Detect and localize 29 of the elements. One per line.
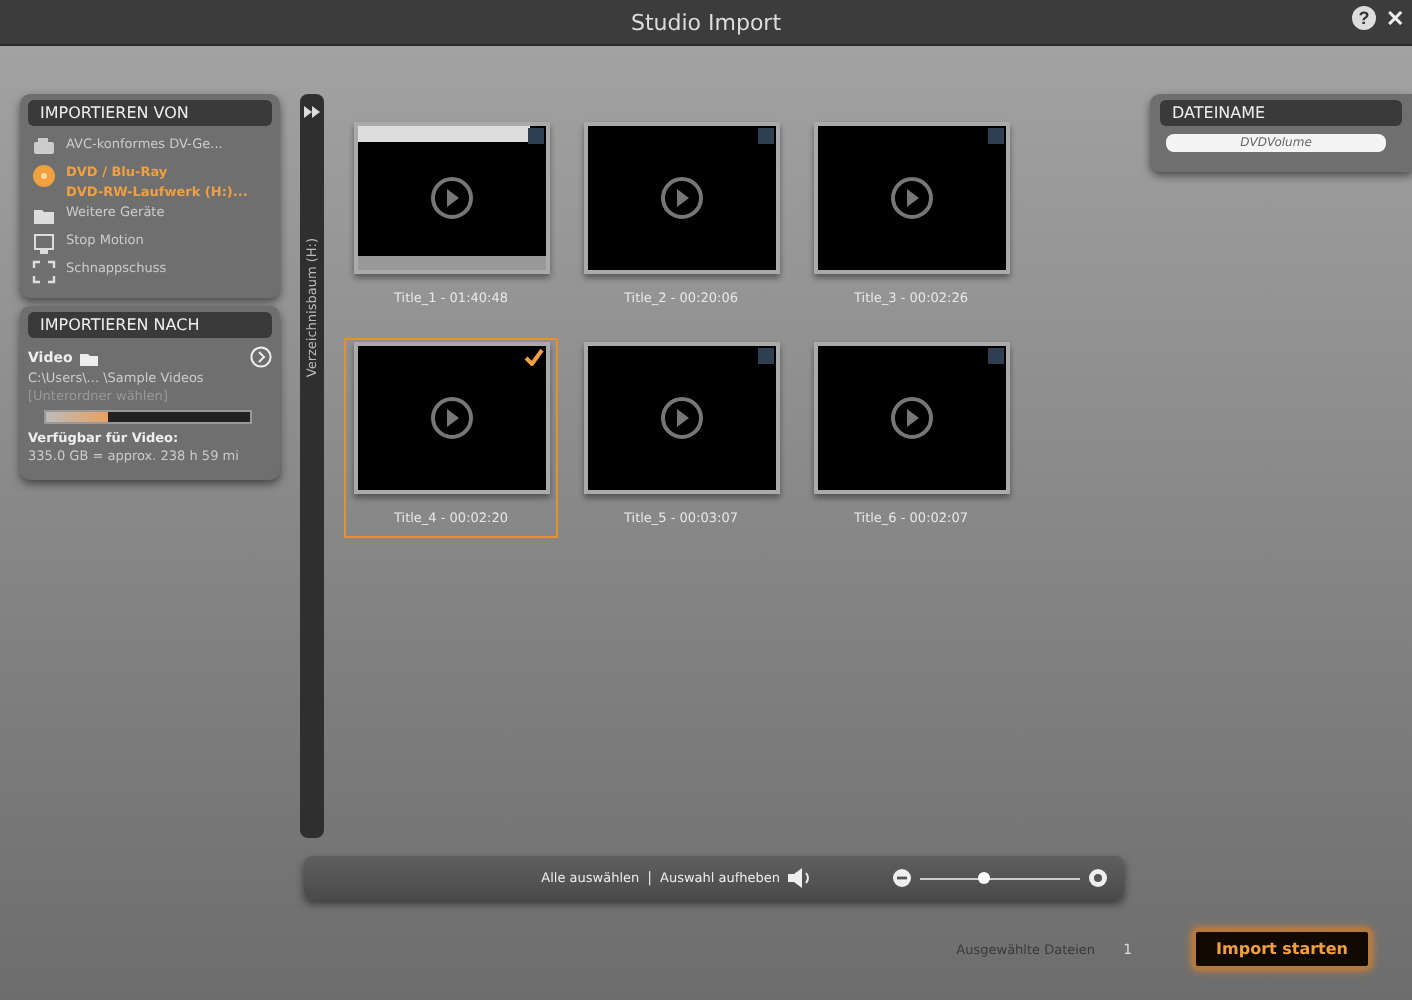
play-icon	[429, 176, 473, 220]
help-button[interactable]: ?	[1352, 6, 1376, 30]
monitor-icon	[32, 232, 56, 256]
checkbox[interactable]	[757, 348, 773, 364]
folder-icon	[78, 348, 99, 366]
panel-header: DATEINAME	[1160, 100, 1402, 126]
expand-icon	[304, 106, 320, 118]
speaker-icon	[788, 868, 812, 888]
panel-header: IMPORTIEREN VON	[28, 100, 272, 126]
close-button[interactable]: ✕	[1382, 6, 1408, 34]
camera-icon	[32, 136, 56, 160]
import-start-button[interactable]: Import starten	[1192, 928, 1372, 970]
play-icon	[659, 176, 703, 220]
disc-icon	[32, 164, 56, 188]
frame-corners-icon	[32, 260, 56, 284]
play-icon	[889, 176, 933, 220]
panel-header: IMPORTIEREN NACH	[28, 312, 272, 338]
folder-icon	[32, 204, 56, 228]
checkbox[interactable]	[757, 128, 773, 144]
zoom-in-icon	[1088, 868, 1108, 888]
checkbox[interactable]	[987, 348, 1003, 364]
slider-thumb[interactable]	[978, 871, 990, 883]
play-icon	[429, 396, 473, 440]
zoom-out-icon	[892, 868, 912, 888]
arrow-circle-icon	[250, 346, 272, 368]
checkbox[interactable]	[987, 128, 1003, 144]
play-icon	[889, 396, 933, 440]
window-title: Studio Import	[630, 9, 782, 35]
play-icon	[659, 396, 703, 440]
